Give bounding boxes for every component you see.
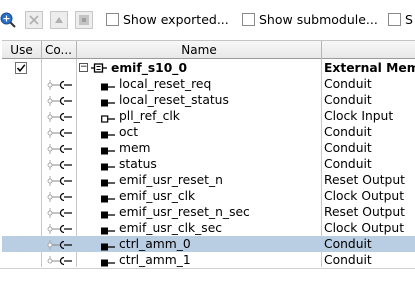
table-row[interactable]: emif_usr_clk Clock Output	[2, 188, 415, 204]
show-exported-checkbox[interactable]	[106, 13, 119, 26]
connection-point-icon[interactable]	[46, 111, 72, 122]
show-exported-label: Show exported...	[123, 12, 229, 27]
row-name: mem	[119, 141, 151, 155]
row-type: External Mem	[324, 61, 415, 75]
conduit-port-icon	[101, 240, 115, 251]
connection-point-icon[interactable]	[46, 239, 72, 250]
table-row[interactable]: pll_ref_clk Clock Input	[2, 108, 415, 124]
row-type: Reset Output	[324, 205, 405, 219]
row-type: Clock Output	[324, 189, 405, 203]
row-name: emif_usr_clk_sec	[119, 221, 223, 235]
row-name: emif_usr_clk	[119, 189, 196, 203]
table-row[interactable]: mem Conduit	[2, 140, 415, 156]
row-type: Conduit	[324, 93, 372, 107]
system-contents-table: Use Co... Name − emif_s10_0 External Mem lo…	[2, 40, 415, 268]
row-name: oct	[119, 125, 139, 139]
connection-point-icon[interactable]	[46, 207, 72, 218]
table-empty-area	[0, 268, 415, 298]
conduit-port-icon	[101, 144, 115, 155]
row-type: Clock Output	[324, 221, 405, 235]
conduit-port-icon	[101, 80, 115, 91]
use-checkbox[interactable]	[15, 62, 27, 74]
table-row[interactable]: local_reset_req Conduit	[2, 76, 415, 92]
table-row[interactable]: ctrl_amm_1 Conduit	[2, 252, 415, 268]
collapse-icon[interactable]: −	[79, 63, 88, 72]
module-icon	[91, 62, 107, 74]
column-header-connections[interactable]: Co...	[42, 41, 77, 59]
toolbar: Show exported... Show submodule... S	[0, 0, 415, 40]
third-checkbox[interactable]	[388, 13, 401, 26]
connection-point-icon[interactable]	[46, 255, 72, 266]
show-submodule-label: Show submodule...	[259, 12, 378, 27]
row-type: Conduit	[324, 125, 372, 139]
connection-point-icon[interactable]	[46, 223, 72, 234]
row-name: local_reset_req	[119, 77, 212, 91]
show-submodule-checkbox[interactable]	[242, 13, 255, 26]
row-name: ctrl_amm_0	[119, 237, 191, 251]
table-row[interactable]: oct Conduit	[2, 124, 415, 140]
conduit-port-icon	[101, 160, 115, 171]
connection-point-icon[interactable]	[46, 95, 72, 106]
column-header-use[interactable]: Use	[2, 41, 42, 59]
row-name: emif_usr_reset_n_sec	[119, 205, 250, 219]
row-type: Clock Input	[324, 109, 394, 123]
clock-output-port-icon	[101, 192, 115, 203]
conduit-port-icon	[101, 128, 115, 139]
row-name: status	[119, 157, 157, 171]
table-row-root[interactable]: − emif_s10_0 External Mem	[2, 60, 415, 76]
table-row[interactable]: ctrl_amm_0 Conduit	[2, 236, 415, 252]
clock-input-port-icon	[101, 112, 115, 123]
connection-point-icon[interactable]	[46, 175, 72, 186]
row-name: emif_s10_0	[111, 61, 188, 75]
table-row[interactable]: emif_usr_reset_n Reset Output	[2, 172, 415, 188]
conduit-port-icon	[101, 96, 115, 107]
row-type: Conduit	[324, 157, 372, 171]
row-name: ctrl_amm_1	[119, 253, 191, 267]
row-type: Conduit	[324, 253, 372, 267]
row-type: Conduit	[324, 77, 372, 91]
table-row[interactable]: emif_usr_reset_n_sec Reset Output	[2, 204, 415, 220]
connect-button[interactable]	[75, 11, 93, 29]
remove-button[interactable]	[25, 11, 43, 29]
conduit-port-icon	[101, 256, 115, 267]
connection-point-icon[interactable]	[46, 79, 72, 90]
row-name: pll_ref_clk	[119, 109, 180, 123]
row-type: Reset Output	[324, 173, 405, 187]
zoom-in-icon[interactable]	[0, 12, 16, 28]
row-type: Conduit	[324, 237, 372, 251]
table-header: Use Co... Name	[2, 40, 415, 59]
table-row[interactable]: local_reset_status Conduit	[2, 92, 415, 108]
reset-output-port-icon	[101, 208, 115, 219]
column-header-name[interactable]: Name	[77, 41, 322, 59]
connection-point-icon[interactable]	[46, 191, 72, 202]
connection-point-icon[interactable]	[46, 159, 72, 170]
row-name: local_reset_status	[119, 93, 229, 107]
row-name: emif_usr_reset_n	[119, 173, 223, 187]
move-up-button[interactable]	[50, 11, 68, 29]
table-row[interactable]: emif_usr_clk_sec Clock Output	[2, 220, 415, 236]
table-row[interactable]: status Conduit	[2, 156, 415, 172]
reset-output-port-icon	[101, 176, 115, 187]
connection-point-icon[interactable]	[46, 127, 72, 138]
clock-output-port-icon	[101, 224, 115, 235]
row-type: Conduit	[324, 141, 372, 155]
connection-point-icon[interactable]	[46, 143, 72, 154]
third-checkbox-label: S	[405, 12, 413, 27]
